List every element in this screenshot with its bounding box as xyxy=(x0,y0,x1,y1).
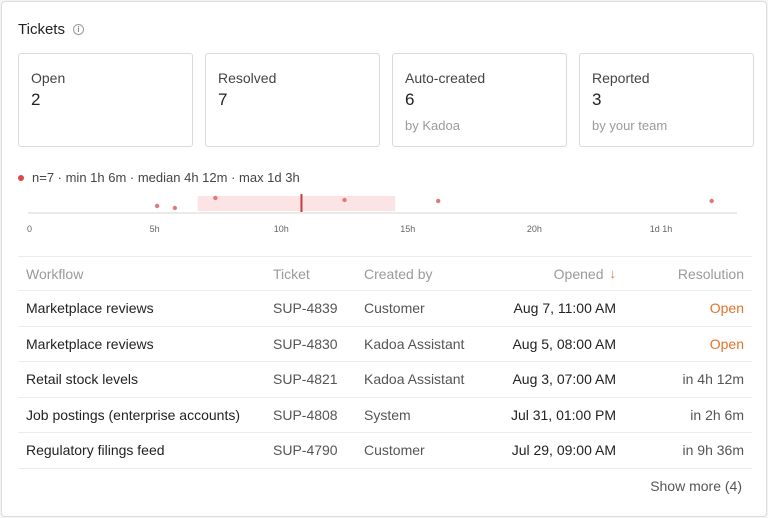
data-point xyxy=(342,197,347,203)
column-header-workflow[interactable]: Workflow xyxy=(26,257,83,290)
ticket-cell: SUP-4808 xyxy=(273,406,338,423)
panel-title: Tickets xyxy=(18,21,65,38)
stat-card-value: 6 xyxy=(405,90,415,109)
x-tick-label: 20h xyxy=(527,224,542,234)
stat-card-label: Resolved xyxy=(218,70,277,86)
table-row[interactable]: Marketplace reviews SUP-4839 Customer Aug 7… xyxy=(18,291,752,327)
stat-card-sublabel: by your team xyxy=(592,118,668,133)
opened-cell: Aug 5, 08:00 AM xyxy=(512,335,616,352)
legend-dot-icon xyxy=(18,174,24,181)
created-by-cell: Customer xyxy=(364,442,425,459)
stat-card-value: 3 xyxy=(592,90,602,109)
stat-card-label: Reported xyxy=(592,70,650,86)
created-by-cell: Kadoa Assistant xyxy=(364,371,465,388)
x-tick-label: 1d 1h xyxy=(650,224,673,234)
ticket-cell: SUP-4790 xyxy=(273,442,338,459)
column-header-ticket[interactable]: Ticket xyxy=(273,257,310,290)
ticket-cell: SUP-4839 xyxy=(273,300,338,317)
tickets-table: Workflow Ticket Created by Opened ↓ Reso… xyxy=(18,256,752,469)
tickets-panel: Tickets i Open 2 Resolved 7 Auto-created… xyxy=(1,1,767,517)
table-header-row: Workflow Ticket Created by Opened ↓ Reso… xyxy=(18,256,752,291)
created-by-cell: Kadoa Assistant xyxy=(364,335,465,352)
workflow-cell: Job postings (enterprise accounts) xyxy=(26,406,240,423)
column-header-opened-label: Opened xyxy=(553,265,604,282)
show-more-button[interactable]: Show more (4) xyxy=(650,478,742,494)
stat-card-value: 7 xyxy=(218,90,228,109)
stat-card-open: Open 2 xyxy=(18,53,193,147)
arrow-down-icon: ↓ xyxy=(609,266,617,281)
resolution-cell: in 4h 12m xyxy=(682,371,744,388)
column-header-resolution[interactable]: Resolution xyxy=(678,257,744,290)
table-row[interactable]: Marketplace reviews SUP-4830 Kadoa Assista… xyxy=(18,327,752,362)
stat-card-resolved: Resolved 7 xyxy=(205,53,380,147)
stat-card-reported: Reported 3 by your team xyxy=(579,53,754,147)
data-point xyxy=(154,203,160,209)
x-tick-label: 10h xyxy=(274,224,289,234)
workflow-cell: Marketplace reviews xyxy=(26,335,154,352)
stat-cards: Open 2 Resolved 7 Auto-created 6 by Kado… xyxy=(18,53,754,147)
iqr-band xyxy=(197,196,396,211)
panel-header: Tickets i xyxy=(18,21,84,38)
stat-card-value: 2 xyxy=(31,90,41,109)
opened-cell: Jul 31, 01:00 PM xyxy=(510,406,616,423)
column-header-opened[interactable]: Opened ↓ xyxy=(554,257,616,290)
resolution-cell: Open xyxy=(709,300,744,317)
info-icon[interactable]: i xyxy=(72,24,84,35)
resolution-cell: Open xyxy=(709,335,744,352)
workflow-cell: Retail stock levels xyxy=(26,371,139,388)
workflow-cell: Regulatory filings feed xyxy=(26,442,165,459)
stat-card-label: Auto-created xyxy=(405,70,486,86)
created-by-cell: System xyxy=(364,406,411,423)
table-row[interactable]: Retail stock levels SUP-4821 Kadoa Assista… xyxy=(18,362,752,398)
x-tick-label: 15h xyxy=(400,224,415,234)
data-point xyxy=(172,205,178,211)
workflow-cell: Marketplace reviews xyxy=(26,300,154,317)
summary-text: n=7 · min 1h 6m · median 4h 12m · max 1d… xyxy=(32,170,300,185)
stat-card-auto-created: Auto-created 6 by Kadoa xyxy=(392,53,567,147)
data-point xyxy=(213,195,218,201)
x-tick-label: 5h xyxy=(150,224,160,234)
ticket-cell: SUP-4821 xyxy=(273,371,338,388)
x-tick-label: 0 xyxy=(27,224,32,234)
table-row[interactable]: Job postings (enterprise accounts) SUP-48… xyxy=(18,398,752,433)
resolution-cell: in 2h 6m xyxy=(690,406,744,423)
created-by-cell: Customer xyxy=(364,300,425,317)
stat-card-sublabel: by Kadoa xyxy=(405,118,460,133)
ticket-cell: SUP-4830 xyxy=(273,335,338,352)
stat-card-label: Open xyxy=(31,70,66,86)
table-row[interactable]: Regulatory filings feed SUP-4790 Customer J… xyxy=(18,433,752,469)
column-header-created-by[interactable]: Created by xyxy=(364,257,432,290)
opened-cell: Jul 29, 09:00 AM xyxy=(511,442,616,459)
opened-cell: Aug 3, 07:00 AM xyxy=(512,371,616,388)
resolution-time-strip-chart: 0 5h 10h 15h 20h 1d 1h xyxy=(27,194,737,234)
table-body: Marketplace reviews SUP-4839 Customer Aug 7… xyxy=(18,291,752,469)
resolution-cell: in 9h 36m xyxy=(682,442,744,459)
opened-cell: Aug 7, 11:00 AM xyxy=(513,300,616,317)
data-point xyxy=(436,198,441,204)
data-point xyxy=(709,198,714,204)
resolution-summary: n=7 · min 1h 6m · median 4h 12m · max 1d… xyxy=(18,170,300,185)
